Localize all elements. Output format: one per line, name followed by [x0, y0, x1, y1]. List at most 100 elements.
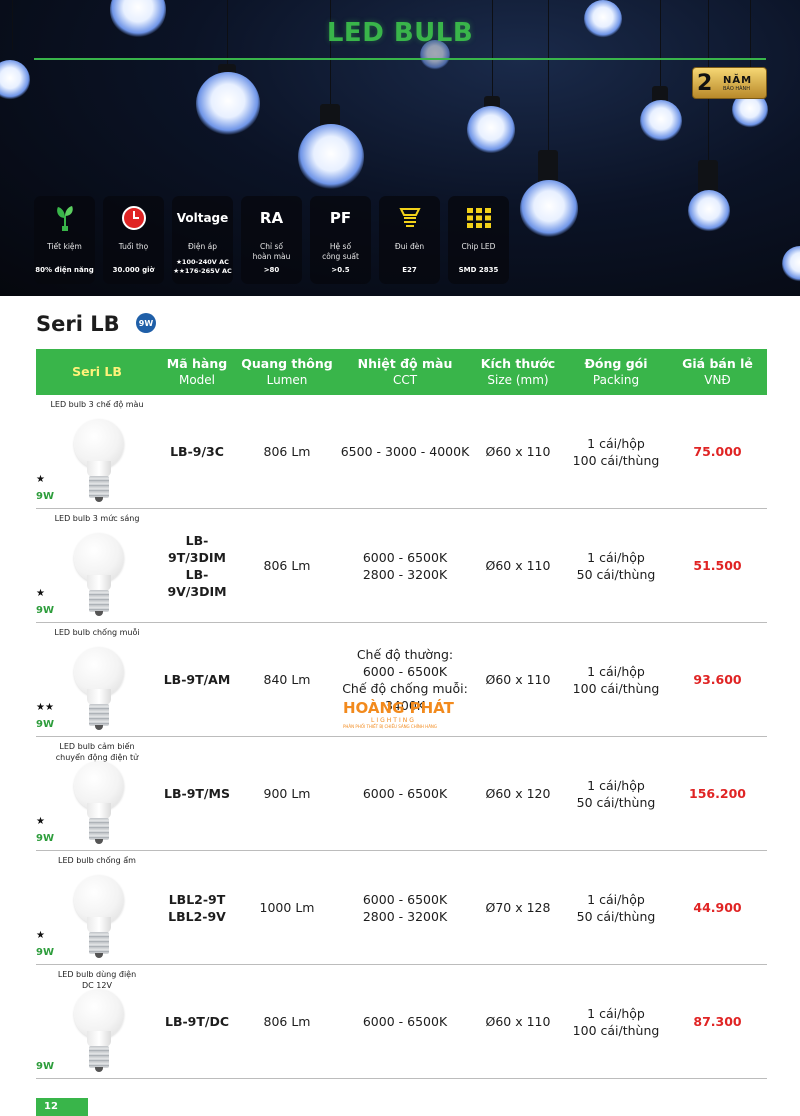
- product-name: LED bulb 3 chế độ màu: [50, 400, 144, 409]
- feature-label: Tiết kiệm: [47, 242, 82, 251]
- pf-icon: PF: [329, 209, 352, 227]
- header-series: Seri LB: [72, 364, 122, 379]
- table-row: LED bulb 3 mức sáng ★ 9W LB-9T/3DIM LB-9V/3…: [36, 509, 767, 623]
- size-cell: Ø60 x 110: [485, 672, 551, 687]
- size-cell: Ø70 x 128: [485, 900, 551, 915]
- product-cell: LED bulb chống muỗi ★★ 9W: [36, 623, 158, 736]
- product-name: LED bulb dùng điện DC 12V: [57, 970, 137, 990]
- table-row: LED bulb cảm biến chuyển động điện tử ★ 9W…: [36, 737, 767, 851]
- bulb-image: [74, 647, 124, 733]
- table-row: LED bulb 3 chế độ màu ★ 9W LB-9/3C 806 Lm 650…: [36, 395, 767, 509]
- packing-cell: 1 cái/hộp 50 cái/thùng: [576, 891, 656, 924]
- feature-socket: Đui đèn E27: [379, 196, 440, 284]
- packing-cell: 1 cái/hộp 100 cái/thùng: [572, 435, 660, 468]
- feature-pf: PF Hệ số công suất >0.5: [310, 196, 371, 284]
- size-cell: Ø60 x 110: [485, 558, 551, 573]
- lumen-cell: 806 Lm: [263, 558, 311, 573]
- feature-value: 80% điện năng: [35, 266, 94, 274]
- feature-value: >80: [263, 266, 280, 274]
- wattage-label: 9W: [36, 605, 54, 616]
- feature-lifetime: Tuổi thọ 30.000 giờ: [103, 196, 164, 284]
- price-cell: 156.200: [689, 786, 746, 801]
- feature-label: Đui đèn: [394, 242, 425, 251]
- packing-cell: 1 cái/hộp 100 cái/thùng: [572, 1005, 660, 1038]
- feature-voltage: Voltage Điện áp ★100-240V AC ★★176-265V …: [172, 196, 233, 284]
- lumen-cell: 806 Lm: [263, 1014, 311, 1029]
- table-row: LED bulb chống muỗi ★★ 9W LB-9T/AM 840 Lm Chế…: [36, 623, 767, 737]
- lumen-cell: 1000 Lm: [259, 900, 315, 915]
- model-cell: LB-9T/MS: [164, 786, 230, 801]
- warranty-sub: BẢO HÀNH: [723, 85, 751, 92]
- warranty-number: 2: [697, 70, 713, 96]
- feature-value: >0.5: [331, 266, 350, 274]
- cct-cell: 6000 - 6500K: [362, 1014, 448, 1029]
- star-rating: ★: [36, 474, 45, 485]
- feature-list: Tiết kiệm 80% điện năng Tuổi thọ 30.000 …: [34, 196, 509, 284]
- size-cell: Ø60 x 110: [485, 1014, 551, 1029]
- model-cell: LBL2-9T LBL2-9V: [168, 891, 226, 924]
- hero-banner: LED BULB 2 NĂM BẢO HÀNH Tiết kiệm 80% đi…: [0, 0, 800, 296]
- cct-cell: 6000 - 6500K 2800 - 3200K: [362, 891, 448, 924]
- product-name: LED bulb 3 mức sáng: [54, 514, 140, 523]
- bulb-image: [74, 533, 124, 619]
- warranty-badge: 2 NĂM BẢO HÀNH: [692, 67, 767, 99]
- price-cell: 87.300: [693, 1014, 742, 1029]
- price-cell: 44.900: [693, 900, 742, 915]
- price-cell: 93.600: [693, 672, 742, 687]
- model-cell: LB-9T/DC: [164, 1014, 230, 1029]
- cct-cell: 6000 - 6500K: [362, 786, 448, 801]
- header-model: Mã hàng Model: [166, 356, 228, 387]
- wattage-label: 9W: [36, 491, 54, 502]
- feature-chip: Chip LED SMD 2835: [448, 196, 509, 284]
- model-cell: LB-9/3C: [170, 444, 224, 459]
- price-cell: 51.500: [693, 558, 742, 573]
- clock-icon: [121, 204, 147, 232]
- product-cell: LED bulb 3 mức sáng ★ 9W: [36, 509, 158, 622]
- page-title: LED BULB: [326, 18, 474, 48]
- size-cell: Ø60 x 120: [485, 786, 551, 801]
- lumen-cell: 840 Lm: [263, 672, 311, 687]
- socket-icon: [398, 204, 421, 232]
- feature-value: ★100-240V AC ★★176-265V AC: [173, 258, 232, 275]
- packing-cell: 1 cái/hộp 50 cái/thùng: [576, 549, 656, 582]
- price-cell: 75.000: [693, 444, 742, 459]
- star-rating: ★: [36, 816, 45, 827]
- product-cell: LED bulb 3 chế độ màu ★ 9W: [36, 395, 158, 508]
- bulb-image: [74, 989, 124, 1075]
- wattage-label: 9W: [36, 1061, 54, 1072]
- product-name: LED bulb cảm biến chuyển động điện tử: [55, 742, 139, 762]
- lumen-cell: 806 Lm: [263, 444, 311, 459]
- table-row: LED bulb dùng điện DC 12V 9W LB-9T/DC 806 L…: [36, 965, 767, 1079]
- product-cell: LED bulb cảm biến chuyển động điện tử ★ 9W: [36, 737, 158, 850]
- chip-icon: [466, 204, 492, 232]
- table-header: Seri LB Mã hàng Model Quang thông Lumen Nh…: [36, 349, 767, 395]
- lumen-cell: 900 Lm: [263, 786, 311, 801]
- warranty-text: NĂM: [723, 74, 753, 86]
- product-cell: LED bulb chống ẩm ★ 9W: [36, 851, 158, 964]
- series-title: Seri LB: [36, 312, 120, 336]
- header-lumen: Quang thông Lumen: [241, 356, 333, 387]
- feature-value: SMD 2835: [458, 266, 499, 274]
- cct-cell: 6500 - 3000 - 4000K: [340, 444, 470, 459]
- header-cct: Nhiệt độ màu CCT: [357, 356, 453, 387]
- page-number: 12: [36, 1098, 88, 1116]
- bulb-image: [74, 875, 124, 961]
- feature-label: Tuổi thọ: [118, 242, 149, 251]
- feature-value: E27: [402, 266, 417, 274]
- feature-label: Chip LED: [461, 242, 496, 251]
- voltage-icon: Voltage: [176, 211, 229, 225]
- star-rating: ★: [36, 930, 45, 941]
- bulb-image: [74, 419, 124, 505]
- wattage-label: 9W: [36, 947, 54, 958]
- feature-label: Hệ số công suất: [322, 242, 359, 261]
- star-rating: ★: [36, 588, 45, 599]
- header-packing: Đóng gói Packing: [584, 356, 648, 387]
- ra-icon: RA: [259, 209, 284, 227]
- product-cell: LED bulb dùng điện DC 12V 9W: [36, 965, 158, 1078]
- cct-cell: Chế độ thường: 6000 - 6500K Chế độ chống…: [342, 646, 468, 713]
- table-row: LED bulb chống ẩm ★ 9W LBL2-9T LBL2-9V 1000 …: [36, 851, 767, 965]
- wattage-label: 9W: [36, 833, 54, 844]
- product-name: LED bulb chống muỗi: [54, 628, 140, 637]
- size-cell: Ø60 x 110: [485, 444, 551, 459]
- wattage-badge: 9W: [136, 313, 156, 333]
